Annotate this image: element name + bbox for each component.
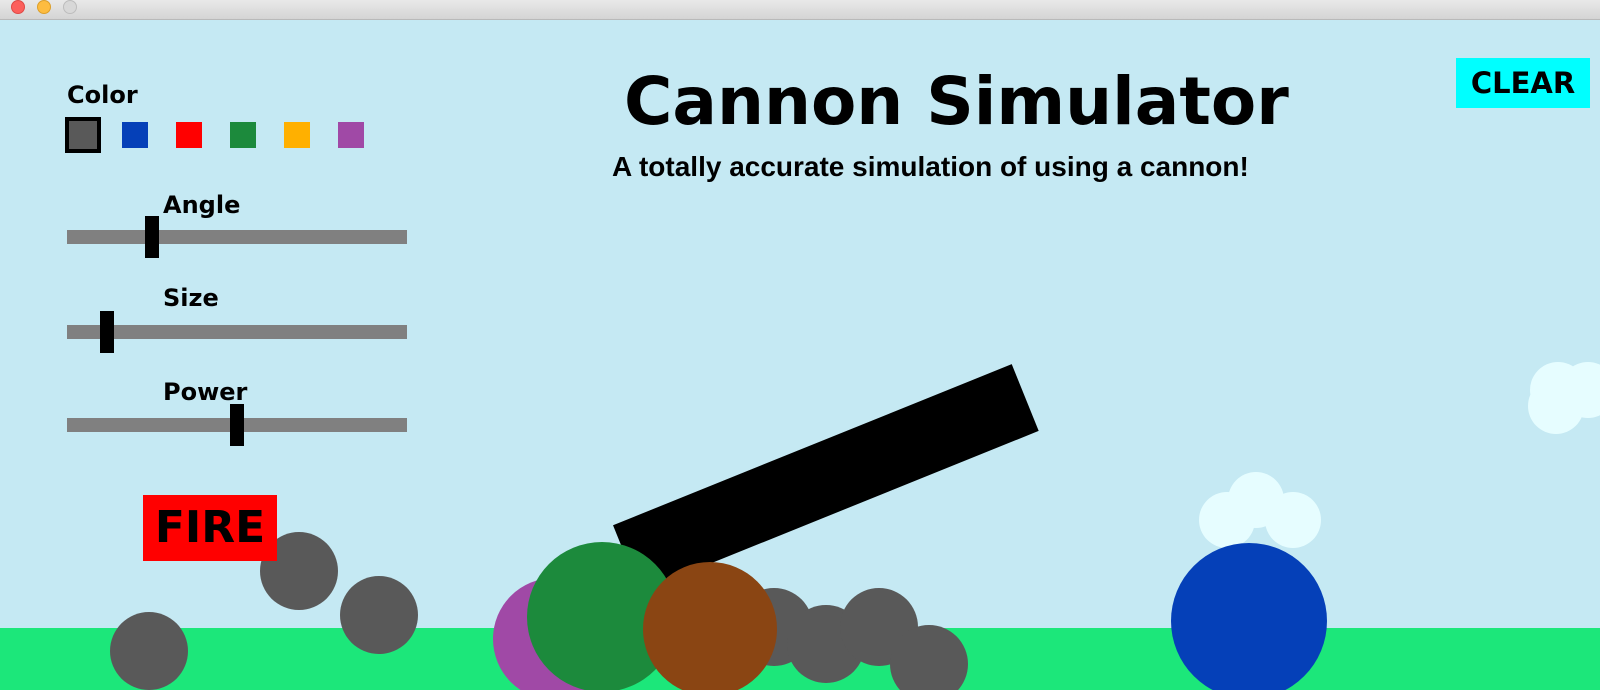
angle-slider[interactable] xyxy=(67,216,407,258)
power-slider[interactable] xyxy=(67,404,407,446)
color-label: Color xyxy=(67,81,138,109)
color-swatch-orange[interactable] xyxy=(284,122,310,148)
cannonball xyxy=(110,612,188,690)
size-label: Size xyxy=(163,284,219,312)
color-swatch-green[interactable] xyxy=(230,122,256,148)
fire-button[interactable]: FIRE xyxy=(143,495,277,561)
page-title: Cannon Simulator xyxy=(624,63,1289,140)
size-slider-handle[interactable] xyxy=(100,311,114,353)
cloud xyxy=(1528,378,1584,434)
clear-button[interactable]: CLEAR xyxy=(1456,58,1590,108)
angle-slider-handle[interactable] xyxy=(145,216,159,258)
power-slider-handle[interactable] xyxy=(230,404,244,446)
cannonball xyxy=(1171,543,1327,690)
page-subtitle: A totally accurate simulation of using a… xyxy=(612,151,1249,182)
maximize-window-button[interactable] xyxy=(63,0,77,14)
minimize-window-button[interactable] xyxy=(37,0,51,14)
cannonball xyxy=(340,576,418,654)
power-label: Power xyxy=(163,378,248,406)
cannon-simulator-window: Cannon Simulator A totally accurate simu… xyxy=(0,0,1600,690)
angle-label: Angle xyxy=(163,191,241,219)
window-title-bar xyxy=(0,0,1600,20)
color-swatch-blue[interactable] xyxy=(122,122,148,148)
color-swatch-gray[interactable] xyxy=(65,117,101,153)
color-swatch-red[interactable] xyxy=(176,122,202,148)
color-swatch-purple[interactable] xyxy=(338,122,364,148)
cannonball xyxy=(643,562,777,690)
cannon-barrel xyxy=(613,364,1039,592)
cloud xyxy=(1265,492,1321,548)
size-slider[interactable] xyxy=(67,311,407,353)
close-window-button[interactable] xyxy=(11,0,25,14)
